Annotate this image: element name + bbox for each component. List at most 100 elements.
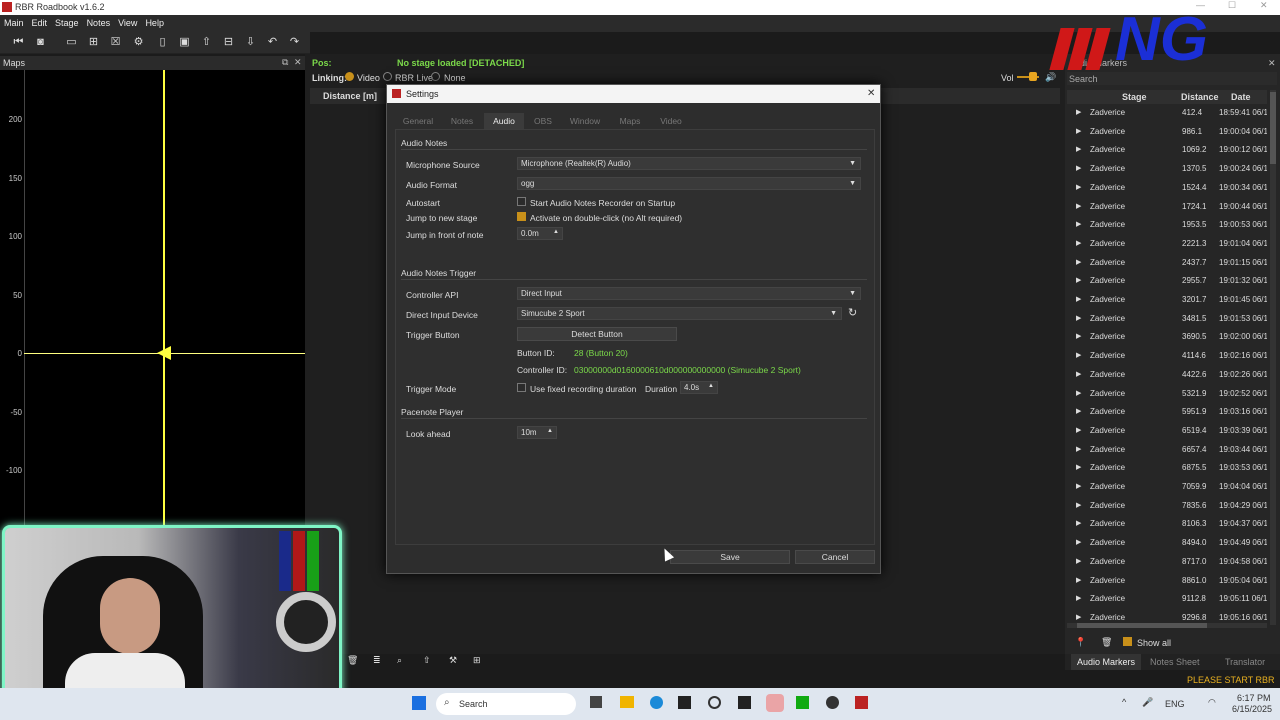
marker-row[interactable]: ▶ Zadverice 8494.0 19:04:49 06/11 [1067, 534, 1267, 553]
detect-button[interactable]: Detect Button [517, 327, 677, 341]
marker-row[interactable]: ▶ Zadverice 4422.6 19:02:26 06/11 [1067, 366, 1267, 385]
expand-icon[interactable]: ▶ [1076, 108, 1081, 116]
marker-row[interactable]: ▶ Zadverice 5321.9 19:02:52 06/11 [1067, 385, 1267, 404]
folder-open-icon[interactable]: ▭ [65, 36, 78, 49]
duration-spinbox[interactable]: 4.0s ▲ [680, 381, 718, 394]
autostart-checkbox[interactable] [517, 197, 526, 206]
expand-icon[interactable]: ▶ [1076, 370, 1081, 378]
trash-icon[interactable]: 🗑 [347, 655, 358, 666]
expand-icon[interactable]: ▶ [1076, 463, 1081, 471]
marker-row[interactable]: ▶ Zadverice 1724.1 19:00:44 06/11 [1067, 198, 1267, 217]
format-select[interactable]: ogg ▼ [517, 177, 861, 190]
marker-row[interactable]: ▶ Zadverice 8106.3 19:04:37 06/11 [1067, 515, 1267, 534]
task-view-icon[interactable] [590, 696, 602, 708]
cancel-button[interactable]: Cancel [795, 550, 875, 564]
tool-icon[interactable]: ⚒ [449, 655, 457, 666]
jump-checkbox[interactable] [517, 212, 526, 221]
tab-obs[interactable]: OBS [525, 113, 561, 129]
radio-video[interactable] [345, 72, 354, 81]
camera-icon[interactable]: ◙ [34, 36, 47, 49]
tab-maps[interactable]: Maps [611, 113, 649, 129]
tab-notes-sheet[interactable]: Notes Sheet [1150, 657, 1200, 667]
expand-icon[interactable]: ▶ [1076, 407, 1081, 415]
obs-icon[interactable] [708, 696, 721, 709]
marker-row[interactable]: ▶ Zadverice 9296.8 19:05:16 06/11 [1067, 609, 1267, 623]
pin-icon[interactable]: 📍 [1075, 637, 1086, 648]
steam-icon[interactable] [826, 696, 839, 709]
marker-row[interactable]: ▶ Zadverice 2955.7 19:01:32 06/11 [1067, 272, 1267, 291]
fixed-duration-checkbox[interactable] [517, 383, 526, 392]
expand-icon[interactable]: ▶ [1076, 258, 1081, 266]
terminal-icon[interactable] [738, 696, 751, 709]
marker-row[interactable]: ▶ Zadverice 6657.4 19:03:44 06/11 [1067, 441, 1267, 460]
windows-start-icon[interactable] [412, 696, 426, 710]
tab-audio[interactable]: Audio [484, 113, 524, 129]
pdf-icon[interactable]: ▯ [156, 36, 169, 49]
menu-main[interactable]: Main [0, 15, 28, 28]
rbr-roadbook-icon[interactable] [855, 696, 868, 709]
marker-row[interactable]: ▶ Zadverice 2221.3 19:01:04 06/11 [1067, 235, 1267, 254]
export-icon[interactable]: ⇧ [423, 655, 431, 666]
menu-help[interactable]: Help [141, 15, 168, 28]
mic-icon[interactable]: 🎤 [1142, 697, 1153, 708]
save-icon[interactable]: ▣ [178, 36, 191, 49]
tab-video[interactable]: Video [653, 113, 689, 129]
active-app-icon[interactable] [766, 694, 784, 712]
microphone-select[interactable]: Microphone (Realtek(R) Audio) ▼ [517, 157, 861, 170]
language-indicator[interactable]: ENG [1165, 699, 1185, 709]
rewind-icon[interactable]: ⏮ [12, 36, 25, 49]
clock-time[interactable]: 6:17 PM [1237, 693, 1271, 703]
refresh-icon[interactable]: ↻ [848, 306, 857, 319]
expand-icon[interactable]: ▶ [1076, 220, 1081, 228]
device-select[interactable]: Simucube 2 Sport ▼ [517, 307, 842, 320]
radio-none[interactable] [431, 72, 440, 81]
edge-icon[interactable] [650, 696, 663, 709]
expand-icon[interactable]: ▶ [1076, 594, 1081, 602]
expand-icon[interactable]: ▶ [1076, 445, 1081, 453]
radio-rbr-live[interactable] [383, 72, 392, 81]
api-select[interactable]: Direct Input ▼ [517, 287, 861, 300]
trading-icon[interactable] [796, 696, 809, 709]
delete-icon[interactable]: 🗑 [1101, 637, 1112, 648]
marker-row[interactable]: ▶ Zadverice 3690.5 19:02:00 06/11 [1067, 328, 1267, 347]
chevron-up-icon[interactable]: ^ [1122, 697, 1126, 707]
undo-icon[interactable]: ↶ [266, 36, 279, 49]
maps-close-icon[interactable]: ✕ [294, 57, 302, 68]
markers-scrollbar[interactable] [1270, 90, 1276, 625]
expand-icon[interactable]: ▶ [1076, 389, 1081, 397]
marker-row[interactable]: ▶ Zadverice 6519.4 19:03:39 06/11 [1067, 422, 1267, 441]
share-icon[interactable]: ⊟ [222, 36, 235, 49]
expand-icon[interactable]: ▶ [1076, 482, 1081, 490]
expand-icon[interactable]: ▶ [1076, 183, 1081, 191]
lookahead-spinbox[interactable]: 10m ▲ [517, 426, 557, 439]
expand-icon[interactable]: ▶ [1076, 426, 1081, 434]
file-explorer-icon[interactable] [620, 696, 634, 708]
tab-audio-markers[interactable]: Audio Markers [1071, 654, 1142, 670]
expand-icon[interactable]: ▶ [1076, 276, 1081, 284]
expand-icon[interactable]: ▶ [1076, 164, 1081, 172]
expand-icon[interactable]: ▶ [1076, 613, 1081, 621]
expand-icon[interactable]: ▶ [1076, 538, 1081, 546]
expand-icon[interactable]: ▶ [1076, 501, 1081, 509]
add-icon[interactable]: ⊞ [473, 655, 481, 666]
expand-icon[interactable]: ▶ [1076, 557, 1081, 565]
volume-handle[interactable] [1029, 72, 1037, 81]
marker-row[interactable]: ▶ Zadverice 2437.7 19:01:15 06/11 [1067, 254, 1267, 273]
download-icon[interactable]: ⇩ [244, 36, 257, 49]
expand-icon[interactable]: ▶ [1076, 519, 1081, 527]
expand-icon[interactable]: ▶ [1076, 295, 1081, 303]
expand-icon[interactable]: ▶ [1076, 239, 1081, 247]
settings-icon[interactable]: ⚙ [132, 36, 145, 49]
save-button[interactable]: Save [670, 550, 790, 564]
menu-notes[interactable]: Notes [83, 15, 115, 28]
expand-icon[interactable]: ▶ [1076, 351, 1081, 359]
menu-view[interactable]: View [114, 15, 141, 28]
taskbar-search[interactable]: ⌕ Search [436, 693, 576, 715]
expand-icon[interactable]: ▶ [1076, 332, 1081, 340]
tree-icon[interactable]: ⊞ [87, 36, 100, 49]
expand-icon[interactable]: ▶ [1076, 314, 1081, 322]
menu-edit[interactable]: Edit [28, 15, 52, 28]
expand-icon[interactable]: ▶ [1076, 576, 1081, 584]
marker-row[interactable]: ▶ Zadverice 7835.6 19:04:29 06/11 [1067, 497, 1267, 516]
marker-row[interactable]: ▶ Zadverice 6875.5 19:03:53 06/11 [1067, 459, 1267, 478]
